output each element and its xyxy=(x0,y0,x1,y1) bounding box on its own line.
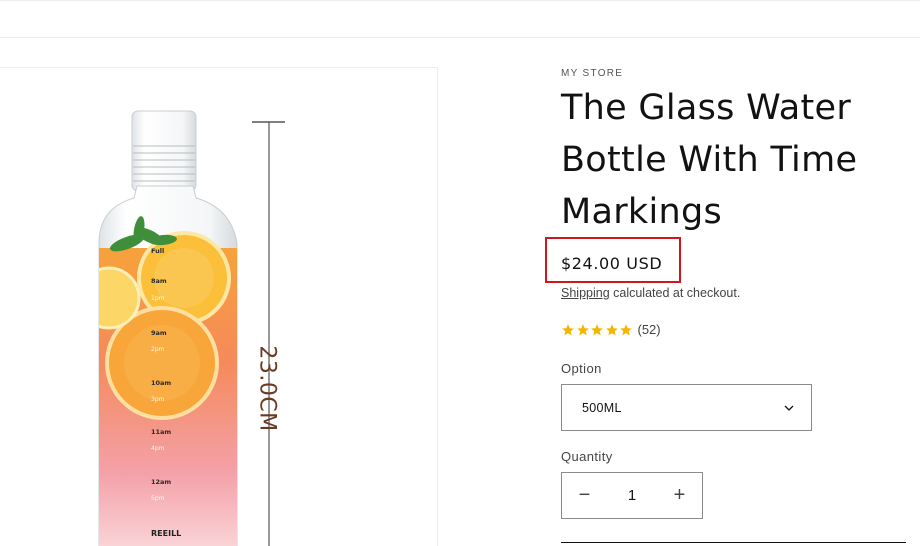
svg-text:10am: 10am xyxy=(151,379,171,387)
dimension-label: 23.0CM xyxy=(254,345,280,432)
shipping-note: Shipping calculated at checkout. xyxy=(561,286,740,300)
star-icon xyxy=(620,323,632,335)
quantity-stepper[interactable]: − 1 + xyxy=(561,472,703,519)
quantity-label: Quantity xyxy=(561,449,613,464)
bottle-image: Full 8am 9am 10am 11am 12am 1pm 2pm 3pm … xyxy=(98,110,285,546)
shipping-note-text: calculated at checkout. xyxy=(609,286,741,300)
svg-text:9am: 9am xyxy=(151,329,167,337)
star-icon xyxy=(562,323,574,335)
option-label: Option xyxy=(561,361,602,376)
star-icon xyxy=(605,323,618,335)
product-title: The Glass Water Bottle With Time Marking… xyxy=(561,88,858,232)
svg-text:5pm: 5pm xyxy=(151,495,165,502)
rating[interactable]: (52) xyxy=(561,322,661,337)
vendor-label: MY STORE xyxy=(561,68,624,79)
svg-text:11am: 11am xyxy=(151,428,171,436)
header-bar xyxy=(0,0,920,38)
option-selected-value: 500ML xyxy=(582,400,622,415)
svg-text:4pm: 4pm xyxy=(151,445,165,452)
quantity-input[interactable]: 1 xyxy=(607,487,657,504)
svg-text:Full: Full xyxy=(151,247,164,255)
svg-text:2pm: 2pm xyxy=(151,346,165,353)
product-media[interactable]: Full 8am 9am 10am 11am 12am 1pm 2pm 3pm … xyxy=(0,67,438,546)
product-price: $24.00 USD xyxy=(561,254,663,273)
quantity-decrease-button[interactable]: − xyxy=(562,473,607,518)
quantity-increase-button[interactable]: + xyxy=(657,473,702,518)
option-select[interactable]: 500ML xyxy=(561,384,812,431)
svg-text:REEILL: REEILL xyxy=(151,529,181,538)
star-icon xyxy=(591,323,603,335)
svg-text:12am: 12am xyxy=(151,478,171,486)
svg-text:8am: 8am xyxy=(151,277,167,285)
shipping-link[interactable]: Shipping xyxy=(561,286,610,300)
svg-text:3pm: 3pm xyxy=(151,396,165,403)
rating-count: (52) xyxy=(637,322,661,337)
svg-text:1pm: 1pm xyxy=(151,295,165,302)
chevron-down-icon xyxy=(784,405,794,411)
add-to-cart-button-edge[interactable] xyxy=(561,542,906,546)
star-icon xyxy=(576,323,589,335)
